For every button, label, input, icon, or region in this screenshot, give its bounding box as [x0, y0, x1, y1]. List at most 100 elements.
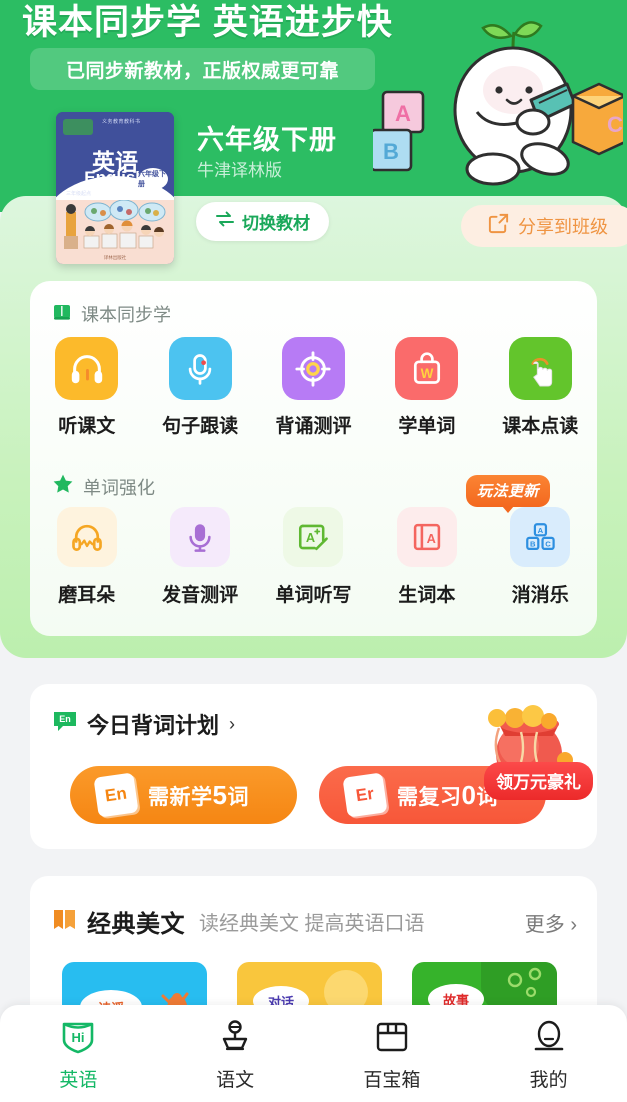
feature-label: 学单词 [398, 416, 456, 437]
feature-label: 背诵测评 [275, 416, 352, 437]
feature-label: 听课文 [58, 416, 116, 437]
word-plan-title: 今日背词计划 [87, 713, 220, 738]
feature-label: 单词听写 [275, 585, 352, 606]
tab-profile[interactable]: 我的 [470, 1005, 627, 1102]
classic-essays-more-button[interactable]: 更多 › [525, 908, 577, 937]
classic-essays-subtitle: 读经典美文 提高英语口语 [199, 913, 425, 935]
hero-subtitle-pill: 已同步新教材，正版权威更可靠 [30, 48, 375, 90]
feature-learn-words[interactable]: W 学单词 [370, 337, 483, 438]
textbook-cover[interactable]: 义务教育教科书 英语 English 六年级下册 三年级起点 译林出版社 [56, 112, 174, 264]
section-header-words-label: 单词强化 [83, 477, 155, 498]
grade-title: 六年级下册 [197, 125, 337, 155]
book-a-icon: A [396, 507, 457, 567]
headphones-icon [55, 337, 119, 400]
svg-text:Hi: Hi [72, 1030, 85, 1045]
pill-prefix: 需新学 [148, 785, 213, 809]
feature-new-words-book[interactable]: A 生词本 [370, 507, 483, 607]
mascot-illustration: A B C [369, 4, 627, 204]
svg-text:A: A [538, 526, 544, 535]
share-arrow-icon [487, 212, 510, 240]
bottom-tab-bar: Hi 英语 语文 百宝箱 我的 [0, 1005, 627, 1102]
new-gameplay-badge: 玩法更新 [466, 475, 551, 513]
person-icon [532, 1020, 566, 1059]
book-classroom-illustration [60, 199, 170, 252]
pill-prefix: 需复习 [397, 785, 462, 809]
svg-text:W: W [420, 366, 433, 381]
feature-recite-test[interactable]: 背诵测评 [257, 337, 370, 438]
switch-textbook-button[interactable]: 切换教材 [196, 202, 329, 241]
share-to-class-button[interactable]: 分享到班级 [461, 205, 627, 247]
er-card-icon: Er [342, 772, 388, 818]
star-icon [52, 473, 74, 500]
app-root: 课本同步学 英语进步快 已同步新教材，正版权威更可靠 A B C 义务教育教科书… [0, 0, 627, 1102]
book-badge-icon [63, 119, 93, 135]
feature-match-game[interactable]: A B C 消消乐 [484, 507, 597, 607]
feature-sentence-repeat[interactable]: 句子跟读 [143, 337, 256, 438]
hi-shield-icon: Hi [60, 1020, 96, 1059]
feature-label: 消消乐 [511, 585, 569, 606]
tab-label: 英语 [59, 1069, 98, 1091]
feature-pronunciation-test[interactable]: 发音测评 [143, 507, 256, 607]
er-card-text: Er [354, 783, 376, 806]
feature-label: 课本点读 [502, 416, 579, 437]
tab-english[interactable]: Hi 英语 [0, 1005, 157, 1102]
book-tiny-label: 三年级起点 [66, 191, 92, 197]
section-header-words: 单词强化 [52, 473, 155, 500]
pill-new-text: 需新学5词 [148, 780, 249, 811]
book-series-label: 义务教育教科书 [102, 119, 141, 125]
chevron-right-icon: › [229, 713, 236, 734]
gift-reward-label[interactable]: 领万元豪礼 [484, 762, 593, 800]
section-header-sync: 课本同步学 [52, 301, 171, 327]
svg-text:B: B [530, 539, 536, 548]
tab-label: 百宝箱 [363, 1069, 421, 1091]
feature-word-dictation[interactable]: A 单词听写 [257, 507, 370, 607]
abc-blocks-icon: A B C [510, 507, 571, 567]
function-card: 课本同步学 听课文 句子跟读 背诵测评 W 学单词 课本点读 单词强化 磨耳朵 … [30, 281, 597, 636]
svg-text:B: B [383, 139, 399, 164]
svg-text:C: C [607, 112, 623, 137]
tab-label: 我的 [529, 1069, 568, 1091]
headphones-wave-icon [56, 507, 117, 567]
hero-title: 课本同步学 英语进步快 [22, 3, 393, 42]
svg-text:A: A [427, 531, 436, 546]
hero-subtitle: 已同步新教材，正版权威更可靠 [65, 60, 339, 82]
word-plan-card: En 今日背词计划 › 已背 En 需新学5词 Er 需复习0词 [30, 684, 597, 849]
share-to-class-label: 分享到班级 [518, 217, 608, 237]
tab-chinese[interactable]: 语文 [157, 1005, 314, 1102]
chevron-right-icon: › [570, 914, 577, 936]
feature-listen-text[interactable]: 听课文 [30, 337, 143, 438]
pill-new-words[interactable]: En 需新学5词 [70, 766, 297, 824]
feature-label: 磨耳朵 [58, 585, 116, 606]
word-bag-icon: W [395, 337, 459, 400]
icon-row-sync: 听课文 句子跟读 背诵测评 W 学单词 课本点读 [30, 337, 597, 438]
icon-row-words: 磨耳朵 发音测评 A 单词听写 A 生词本 A B C 消消乐 [30, 507, 597, 607]
svg-text:A: A [306, 530, 315, 545]
grade-subtitle: 牛津译林版 [197, 161, 282, 180]
tab-toolbox[interactable]: 百宝箱 [314, 1005, 471, 1102]
book-publisher: 译林出版社 [103, 255, 127, 260]
feature-point-read[interactable]: 课本点读 [484, 337, 597, 438]
target-icon [281, 337, 345, 400]
feature-ear-training[interactable]: 磨耳朵 [30, 507, 143, 607]
microphone-icon [168, 337, 232, 400]
desk-lamp-icon [218, 1019, 252, 1059]
pill-count: 5 [212, 779, 228, 810]
switch-textbook-label: 切换教材 [242, 214, 310, 233]
pill-suffix: 词 [227, 785, 249, 809]
feature-label: 生词本 [398, 585, 456, 606]
en-card-icon: En [93, 772, 139, 818]
en-card-text: En [103, 783, 129, 806]
tap-hand-icon [508, 337, 572, 400]
svg-text:A: A [395, 101, 411, 126]
a-plus-paper-icon: A [283, 507, 344, 567]
en-tag-icon: En [52, 710, 78, 738]
section-header-sync-label: 课本同步学 [81, 305, 171, 325]
box-icon [375, 1020, 409, 1059]
microphone-icon [170, 507, 231, 567]
classic-essays-title: 经典美文 [87, 911, 185, 938]
swap-arrows-icon [215, 211, 235, 232]
classic-essays-header: 经典美文 读经典美文 提高英语口语 [52, 904, 425, 939]
more-label: 更多 [524, 914, 565, 936]
word-plan-header[interactable]: En 今日背词计划 › [52, 708, 235, 740]
svg-text:En: En [59, 714, 71, 724]
